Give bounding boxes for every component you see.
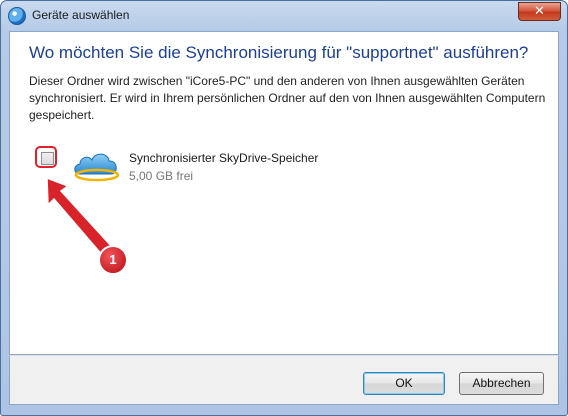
annotation-badge-number: 1 [109, 252, 117, 267]
description-text: Dieser Ordner wird zwischen "iCore5-PC" … [29, 74, 546, 122]
ok-button[interactable]: OK [363, 372, 445, 395]
dialog-content: Wo möchten Sie die Synchronisierung für … [9, 31, 559, 355]
page-title: Wo möchten Sie die Synchronisierung für … [29, 43, 529, 62]
checkbox-highlight-frame [35, 146, 57, 168]
dialog-window: Geräte auswählen ✕ Wo möchten Sie die Sy… [0, 0, 568, 416]
device-checkbox[interactable] [41, 152, 54, 165]
close-button[interactable]: ✕ [518, 2, 561, 21]
device-free-space: 5,00 GB frei [129, 169, 194, 183]
skydrive-cloud-icon [74, 153, 120, 182]
device-list-item[interactable]: Synchronisierter SkyDrive-Speicher 5,00 … [35, 146, 365, 192]
device-name: Synchronisierter SkyDrive-Speicher [129, 151, 319, 165]
button-bar: OK Abbrechen [9, 355, 559, 405]
cancel-button[interactable]: Abbrechen [459, 372, 544, 395]
window-title: Geräte auswählen [32, 8, 130, 22]
live-mesh-app-icon [8, 7, 26, 25]
title-bar[interactable]: Geräte auswählen ✕ [1, 1, 567, 31]
